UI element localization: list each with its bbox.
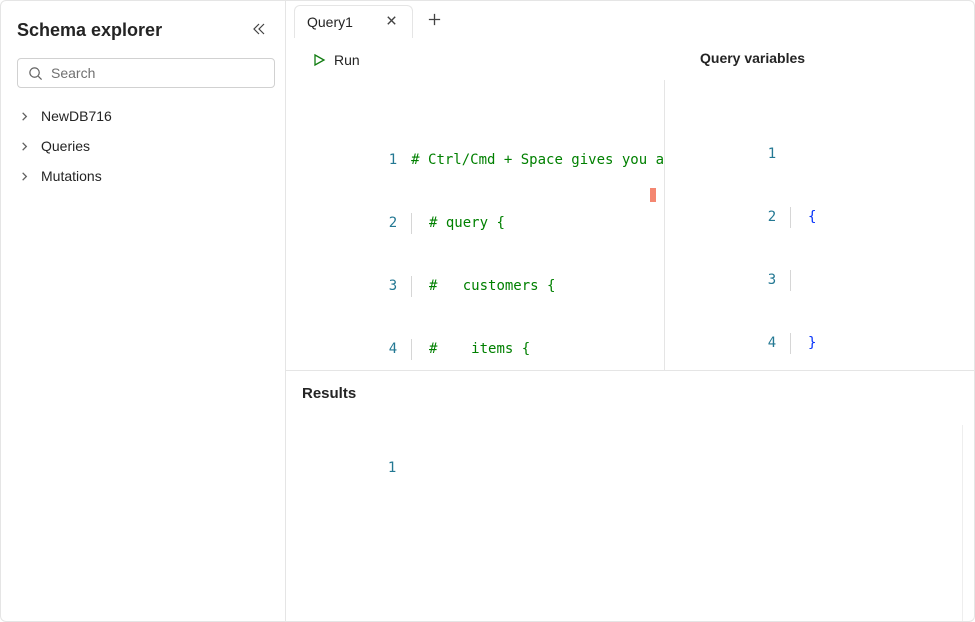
search-input[interactable]	[51, 65, 264, 81]
schema-explorer-title: Schema explorer	[17, 20, 162, 41]
schema-explorer-panel: Schema explorer	[1, 1, 286, 621]
query-editor[interactable]: 1 2 3 4 5 6 7 8 9 # Ctrl/Cmd + Space giv…	[286, 108, 664, 370]
tree-item-label: NewDB716	[41, 108, 112, 124]
vars-code[interactable]: { }	[790, 102, 974, 370]
tree-item-label: Queries	[41, 138, 90, 154]
tab-query1[interactable]: Query1	[294, 5, 413, 38]
tree-item-newdb716[interactable]: NewDB716	[19, 108, 275, 124]
query-variables-title: Query variables	[682, 38, 974, 78]
code-text: # customers {	[412, 278, 555, 294]
run-button[interactable]: Run	[306, 48, 366, 72]
chevron-double-left-icon	[251, 21, 267, 40]
code-text: # query {	[412, 215, 505, 231]
new-tab-button[interactable]	[421, 5, 448, 38]
chevron-right-icon	[19, 171, 31, 182]
variables-editor[interactable]: 1 2 3 4 5 { }	[665, 80, 974, 370]
run-button-label: Run	[334, 52, 360, 68]
results-scrollbar[interactable]	[962, 425, 974, 621]
tab-close-button[interactable]	[383, 12, 400, 32]
tree-item-label: Mutations	[41, 168, 102, 184]
results-code[interactable]	[410, 416, 958, 521]
close-icon	[385, 14, 398, 30]
code-text: }	[808, 335, 816, 351]
results-panel: Results 1	[286, 371, 974, 621]
results-title: Results	[302, 385, 958, 402]
query-code[interactable]: # Ctrl/Cmd + Space gives you a # query {…	[411, 108, 664, 370]
results-line-gutter: 1	[312, 416, 410, 521]
query-line-gutter: 1 2 3 4 5 6 7 8 9	[296, 108, 411, 370]
tree-item-mutations[interactable]: Mutations	[19, 168, 275, 184]
results-editor[interactable]: 1	[302, 412, 958, 521]
play-icon	[312, 53, 326, 67]
chevron-right-icon	[19, 141, 31, 152]
code-text: # items {	[412, 341, 530, 357]
tab-label: Query1	[307, 14, 353, 30]
tree-item-queries[interactable]: Queries	[19, 138, 275, 154]
schema-tree: NewDB716 Queries Mutations	[17, 108, 275, 184]
vars-line-gutter: 1 2 3 4 5	[675, 102, 790, 370]
chevron-right-icon	[19, 111, 31, 122]
search-field-wrapper[interactable]	[17, 58, 275, 88]
code-text: # Ctrl/Cmd + Space gives you a	[411, 152, 664, 168]
code-text: {	[808, 209, 816, 225]
search-icon	[28, 66, 43, 81]
collapse-sidebar-button[interactable]	[247, 17, 271, 44]
query-tabs: Query1	[286, 1, 974, 38]
plus-icon	[427, 11, 442, 32]
overview-ruler-marker	[650, 188, 656, 202]
